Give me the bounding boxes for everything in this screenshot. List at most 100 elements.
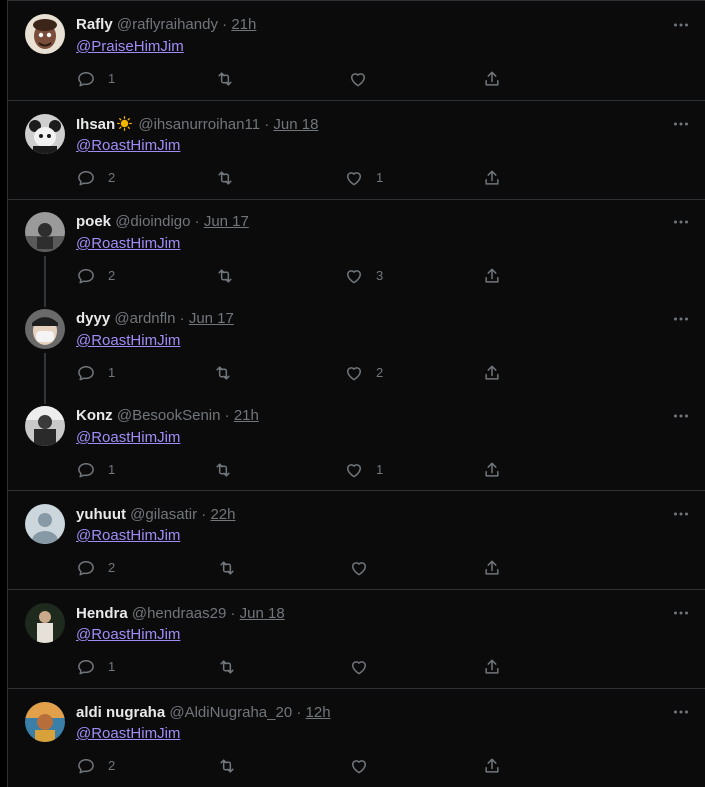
display-name[interactable]: Hendra [76, 605, 128, 622]
reply-icon [78, 269, 94, 284]
retweet-button[interactable] [215, 168, 247, 188]
share-button[interactable] [482, 363, 502, 383]
tweet-header: aldi nugraha @AldiNugraha_20 · 12h [76, 703, 331, 723]
retweet-button[interactable] [213, 363, 245, 383]
display-name[interactable]: Konz [76, 407, 113, 424]
mention-link[interactable]: @RoastHimJim [76, 428, 180, 448]
more-options-button[interactable] [671, 504, 691, 524]
timestamp[interactable]: 21h [234, 407, 259, 424]
mention-link[interactable]: @RoastHimJim [76, 136, 180, 156]
reply-count: 1 [108, 365, 116, 380]
like-button[interactable] [349, 756, 381, 776]
display-name[interactable]: yuhuut [76, 506, 126, 523]
tweet[interactable]: Rafly @raflyraihandy · 21h @PraiseHimJim… [8, 1, 705, 101]
username[interactable]: @BesookSenin [117, 407, 221, 424]
avatar[interactable] [25, 309, 65, 349]
reply-button[interactable]: 1 [76, 657, 115, 677]
tweet[interactable]: dyyy @ardnfln · Jun 17 @RoastHimJim 1 2 [8, 297, 705, 394]
timestamp[interactable]: Jun 18 [240, 605, 285, 622]
share-button[interactable] [482, 558, 502, 578]
mention-link[interactable]: @RoastHimJim [76, 724, 180, 744]
username[interactable]: @raflyraihandy [117, 16, 218, 33]
separator: · [179, 310, 185, 327]
timestamp[interactable]: Jun 17 [204, 213, 249, 230]
share-icon [485, 365, 499, 380]
more-options-button[interactable] [671, 406, 691, 426]
reply-button[interactable]: 1 [76, 460, 115, 480]
timestamp[interactable]: 22h [210, 506, 235, 523]
avatar[interactable] [25, 212, 65, 252]
reply-icon [78, 366, 94, 381]
display-name[interactable]: aldi nugraha [76, 704, 165, 721]
share-button[interactable] [482, 168, 502, 188]
mention-link[interactable]: @RoastHimJim [76, 331, 180, 351]
mention-link[interactable]: @RoastHimJim [76, 234, 180, 254]
tweet[interactable]: poek @dioindigo · Jun 17 @RoastHimJim 2 … [8, 200, 705, 297]
like-button[interactable]: 1 [344, 460, 383, 480]
tweet[interactable]: aldi nugraha @AldiNugraha_20 · 12h @Roas… [8, 689, 705, 787]
timestamp[interactable]: 12h [306, 704, 331, 721]
username[interactable]: @gilasatir [130, 506, 197, 523]
retweet-button[interactable] [213, 460, 245, 480]
share-button[interactable] [482, 460, 502, 480]
username[interactable]: @ihsanurroihan11 [138, 116, 260, 133]
reply-button[interactable]: 2 [76, 756, 115, 776]
more-options-button[interactable] [671, 212, 691, 232]
reply-button[interactable]: 1 [76, 363, 115, 383]
tweet[interactable]: Konz @BesookSenin · 21h @RoastHimJim 1 1 [8, 394, 705, 491]
retweet-button[interactable] [217, 558, 249, 578]
share-button[interactable] [482, 657, 502, 677]
avatar[interactable] [25, 406, 65, 446]
share-button[interactable] [482, 69, 502, 89]
like-button[interactable] [348, 69, 380, 89]
tweet[interactable]: Hendra @hendraas29 · Jun 18 @RoastHimJim… [8, 590, 705, 689]
more-options-button[interactable] [671, 114, 691, 134]
share-button[interactable] [482, 266, 502, 286]
like-count: 1 [376, 170, 384, 185]
reply-button[interactable]: 2 [76, 558, 115, 578]
reply-button[interactable]: 2 [76, 168, 115, 188]
like-button[interactable]: 2 [344, 363, 383, 383]
timestamp[interactable]: Jun 17 [189, 310, 234, 327]
username[interactable]: @ardnfln [114, 310, 175, 327]
more-options-button[interactable] [671, 603, 691, 623]
like-icon [351, 73, 365, 87]
username[interactable]: @AldiNugraha_20 [169, 704, 292, 721]
avatar[interactable] [25, 702, 65, 742]
tweet[interactable]: Ihsan @ihsanurroihan11 · Jun 18 @RoastHi… [8, 101, 705, 200]
mention-link[interactable]: @PraiseHimJim [76, 37, 184, 57]
retweet-button[interactable] [217, 756, 249, 776]
share-button[interactable] [482, 756, 502, 776]
retweet-button[interactable] [215, 69, 247, 89]
display-name[interactable]: Ihsan [76, 116, 115, 133]
avatar[interactable] [25, 14, 65, 54]
retweet-button[interactable] [215, 266, 247, 286]
avatar[interactable] [25, 114, 65, 154]
mention-link[interactable]: @RoastHimJim [76, 625, 180, 645]
display-name[interactable]: Rafly [76, 16, 113, 33]
avatar[interactable] [25, 603, 65, 643]
like-button[interactable]: 3 [344, 266, 383, 286]
more-options-button[interactable] [671, 702, 691, 722]
more-icon [674, 611, 688, 615]
thread-connector [44, 297, 46, 307]
retweet-button[interactable] [217, 657, 249, 677]
more-options-button[interactable] [671, 309, 691, 329]
more-options-button[interactable] [671, 15, 691, 35]
like-button[interactable]: 1 [344, 168, 383, 188]
username[interactable]: @hendraas29 [132, 605, 226, 622]
avatar[interactable] [25, 504, 65, 544]
like-button[interactable] [349, 657, 381, 677]
display-name[interactable]: dyyy [76, 310, 110, 327]
username[interactable]: @dioindigo [115, 213, 190, 230]
mention-link[interactable]: @RoastHimJim [76, 526, 180, 546]
reply-button[interactable]: 1 [76, 69, 115, 89]
timestamp[interactable]: Jun 18 [273, 116, 318, 133]
timestamp[interactable]: 21h [231, 16, 256, 33]
reply-button[interactable]: 2 [76, 266, 115, 286]
tweet[interactable]: yuhuut @gilasatir · 22h @RoastHimJim 2 [8, 491, 705, 590]
tweet-header: yuhuut @gilasatir · 22h [76, 505, 235, 525]
display-name[interactable]: poek [76, 213, 111, 230]
share-icon [485, 659, 499, 674]
like-button[interactable] [349, 558, 381, 578]
